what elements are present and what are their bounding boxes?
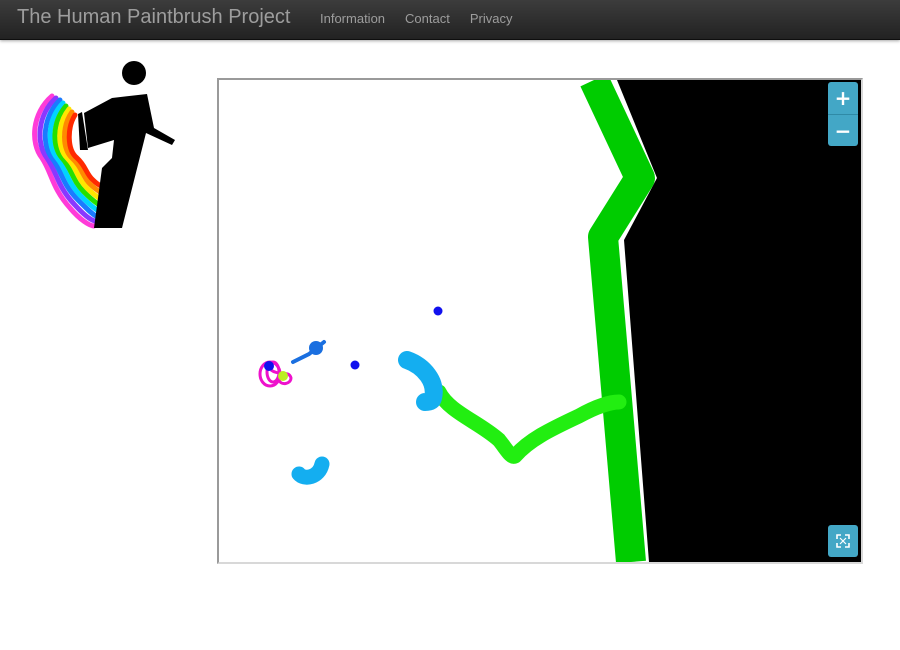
top-navbar: The Human Paintbrush Project Information… — [0, 0, 900, 40]
brand-link[interactable]: The Human Paintbrush Project — [17, 6, 290, 29]
nav-links: Information Contact Privacy — [310, 0, 522, 40]
fullscreen-icon[interactable] — [828, 525, 858, 557]
nav-privacy-link[interactable]: Privacy — [460, 0, 523, 40]
zoom-controls: + − — [828, 82, 858, 146]
minus-icon[interactable]: − — [828, 114, 858, 146]
walking-person-rainbow-trail-icon — [22, 58, 182, 233]
plus-icon[interactable]: + — [828, 82, 858, 114]
nav-contact-link[interactable]: Contact — [395, 0, 460, 40]
paint-canvas[interactable] — [217, 78, 863, 564]
nav-information-link[interactable]: Information — [310, 0, 395, 40]
